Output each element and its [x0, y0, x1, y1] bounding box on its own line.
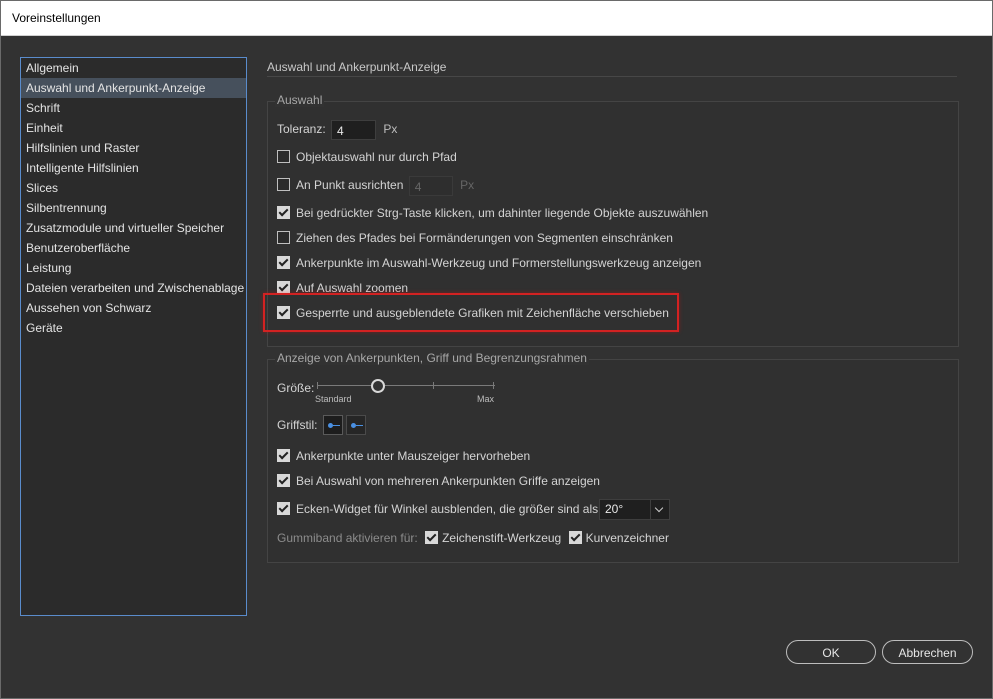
checkbox[interactable] — [277, 178, 290, 192]
checkbox[interactable] — [277, 502, 290, 515]
pen-tool-checkbox[interactable] — [425, 531, 439, 544]
anchor-display-group-label: Anzeige von Ankerpunkten, Griff und Begr… — [275, 351, 589, 365]
title-divider — [267, 76, 957, 77]
option-label: Objektauswahl nur durch Pfad — [296, 150, 457, 164]
sidebar-item-geraete[interactable]: Geräte — [21, 318, 246, 338]
rubber-band-row: Gummiband aktivieren für: Zeichenstift-W… — [277, 529, 669, 547]
dialog-content: Allgemein Auswahl und Ankerpunkt-Anzeige… — [1, 36, 992, 698]
sidebar-item-schrift[interactable]: Schrift — [21, 98, 246, 118]
slider-track — [317, 385, 495, 386]
tolerance-row: Toleranz: 4 Px — [277, 120, 398, 140]
checkbox[interactable] — [277, 231, 290, 244]
checkbox[interactable] — [277, 206, 290, 219]
sidebar-item-intelligente-hilfslinien[interactable]: Intelligente Hilfslinien — [21, 158, 246, 178]
corner-angle-value: 20° — [605, 502, 624, 516]
handle-line-icon — [356, 425, 363, 426]
option-label: Ecken-Widget für Winkel ausblenden, die … — [296, 502, 602, 516]
tolerance-label: Toleranz: — [277, 122, 326, 137]
option-hide-corner-widget[interactable]: Ecken-Widget für Winkel ausblenden, die … — [277, 500, 601, 518]
option-snap-to-point[interactable]: An Punkt ausrichten 4 Px — [277, 176, 475, 196]
corner-angle-dropdown[interactable]: 20° — [599, 499, 670, 520]
option-show-handles-multiple[interactable]: Bei Auswahl von mehreren Ankerpunkten Gr… — [277, 472, 600, 490]
preferences-dialog: Voreinstellungen Allgemein Auswahl und A… — [0, 0, 993, 699]
option-label: Ankerpunkte im Auswahl-Werkzeug und Form… — [296, 256, 702, 270]
option-label: Ankerpunkte unter Mauszeiger hervorheben — [296, 449, 531, 463]
option-highlight-anchors[interactable]: Ankerpunkte unter Mauszeiger hervorheben — [277, 447, 530, 465]
handle-style-label: Griffstil: — [277, 418, 318, 432]
sidebar-item-dateien[interactable]: Dateien verarbeiten und Zwischenablage — [21, 278, 246, 298]
slider-tick — [317, 382, 318, 389]
selection-group-label: Auswahl — [275, 93, 325, 107]
sidebar-item-benutzeroberflaeche[interactable]: Benutzeroberfläche — [21, 238, 246, 258]
slider-tick — [493, 382, 494, 389]
handle-style-solid-button[interactable] — [323, 415, 343, 435]
ok-button[interactable]: OK — [786, 640, 876, 664]
checkbox[interactable] — [277, 256, 290, 269]
tolerance-unit: Px — [383, 122, 398, 137]
cancel-button[interactable]: Abbrechen — [882, 640, 973, 664]
option-object-selection-by-path[interactable]: Objektauswahl nur durch Pfad — [277, 148, 457, 166]
option-constrain-path-drag[interactable]: Ziehen des Pfades bei Formänderungen von… — [277, 229, 673, 247]
sidebar-item-auswahl[interactable]: Auswahl und Ankerpunkt-Anzeige — [21, 78, 246, 98]
sidebar-item-zusatzmodule[interactable]: Zusatzmodule und virtueller Speicher — [21, 218, 246, 238]
title-bar[interactable]: Voreinstellungen — [1, 1, 992, 36]
option-ctrl-click-behind[interactable]: Bei gedrückter Strg-Taste klicken, um da… — [277, 204, 708, 222]
option-show-anchor-points[interactable]: Ankerpunkte im Auswahl-Werkzeug und Form… — [277, 254, 701, 272]
size-slider[interactable]: Standard Max — [315, 378, 497, 412]
highlight-box — [263, 293, 679, 332]
snap-distance-input[interactable]: 4 — [408, 176, 453, 196]
option-label: Ziehen des Pfades bei Formänderungen von… — [296, 231, 673, 245]
sidebar-item-slices[interactable]: Slices — [21, 178, 246, 198]
chevron-down-icon[interactable] — [650, 500, 669, 519]
curvature-tool-checkbox[interactable] — [568, 531, 582, 544]
slider-min-label: Standard — [315, 394, 352, 404]
category-list: Allgemein Auswahl und Ankerpunkt-Anzeige… — [20, 57, 247, 616]
checkbox[interactable] — [277, 474, 290, 487]
page-title: Auswahl und Ankerpunkt-Anzeige — [267, 60, 447, 74]
sidebar-item-einheit[interactable]: Einheit — [21, 118, 246, 138]
sidebar-item-silbentrennung[interactable]: Silbentrennung — [21, 198, 246, 218]
size-label: Größe: — [277, 381, 315, 395]
option-label: Bei Auswahl von mehreren Ankerpunkten Gr… — [296, 474, 600, 488]
tolerance-input[interactable]: 4 — [331, 120, 377, 140]
curvature-tool-label[interactable]: Kurvenzeichner — [586, 531, 669, 545]
sidebar-item-schwarz[interactable]: Aussehen von Schwarz — [21, 298, 246, 318]
checkbox[interactable] — [277, 449, 290, 462]
checkbox[interactable] — [277, 150, 290, 163]
rubber-band-label: Gummiband aktivieren für: — [277, 531, 418, 545]
window-title: Voreinstellungen — [12, 11, 101, 25]
option-label: An Punkt ausrichten — [296, 178, 404, 193]
slider-tick — [433, 382, 434, 389]
slider-knob[interactable] — [371, 379, 385, 393]
snap-distance-unit: Px — [460, 178, 475, 193]
handle-style-hollow-button[interactable] — [346, 415, 366, 435]
handle-line-icon — [333, 425, 340, 426]
pen-tool-label[interactable]: Zeichenstift-Werkzeug — [442, 531, 561, 545]
sidebar-item-leistung[interactable]: Leistung — [21, 258, 246, 278]
slider-max-label: Max — [477, 394, 495, 404]
sidebar-item-hilfslinien[interactable]: Hilfslinien und Raster — [21, 138, 246, 158]
sidebar-item-allgemein[interactable]: Allgemein — [21, 58, 246, 78]
option-label: Bei gedrückter Strg-Taste klicken, um da… — [296, 206, 709, 220]
